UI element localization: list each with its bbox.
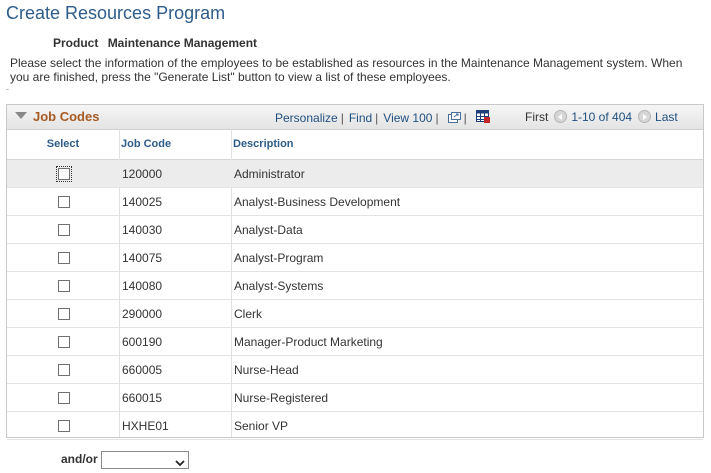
job-code-cell: 140080 (122, 279, 163, 293)
job-code-cell: 600190 (122, 335, 163, 349)
product-value: Maintenance Management (107, 36, 258, 50)
collapse-triangle-icon[interactable] (15, 112, 27, 119)
grid-title[interactable]: Job Codes (15, 109, 99, 124)
grid-header: Job Codes Personalize | Find | View 100 | | Fi… (7, 105, 703, 130)
dash-mark: - (6, 84, 9, 94)
select-checkbox[interactable] (58, 392, 70, 404)
select-checkbox[interactable] (58, 308, 70, 320)
table-row: 660015 Nurse-Registered (7, 384, 703, 412)
job-code-cell: 140025 (122, 195, 163, 209)
select-checkbox[interactable] (58, 252, 70, 264)
andor-label: and/or (61, 452, 98, 466)
description-cell: Nurse-Head (234, 363, 299, 377)
new-window-icon[interactable] (447, 112, 461, 123)
product-line: Product Maintenance Management (53, 36, 257, 50)
description-cell: Clerk (234, 307, 263, 321)
job-code-cell: 290000 (122, 307, 163, 321)
column-header-select: Select (46, 138, 80, 150)
job-codes-grid: Job Codes Personalize | Find | View 100 | | Fi… (6, 104, 704, 440)
table-row: 140030 Analyst-Data (7, 216, 703, 244)
previous-page-icon[interactable] (554, 110, 568, 123)
select-checkbox[interactable] (58, 280, 70, 292)
next-page-icon[interactable] (638, 110, 652, 123)
grid-nav: Personalize | Find | View 100 | | (275, 110, 490, 125)
table-row: 140075 Analyst-Program (7, 244, 703, 272)
instructions-text: Please select the information of the emp… (10, 56, 683, 84)
job-code-cell: HXHE01 (122, 419, 169, 433)
description-cell: Analyst-Program (234, 251, 324, 265)
column-header-job-code[interactable]: Job Code (121, 129, 171, 159)
view-100-link[interactable]: View 100 (383, 111, 432, 125)
page-range: 1-10 of 404 (571, 110, 633, 124)
nav-separator: | (435, 111, 439, 125)
select-checkbox[interactable] (58, 420, 70, 432)
nav-separator: | (340, 111, 344, 125)
description-cell: Analyst-Systems (234, 279, 324, 293)
spreadsheet-download-icon[interactable] (475, 110, 490, 123)
last-page-link[interactable]: Last (655, 110, 678, 124)
table-row: 600190 Manager-Product Marketing (7, 328, 703, 356)
first-page-label: First (525, 110, 549, 124)
select-checkbox[interactable] (58, 336, 70, 348)
description-cell: Manager-Product Marketing (234, 335, 383, 349)
table-row: 660005 Nurse-Head (7, 356, 703, 384)
find-link[interactable]: Find (349, 111, 372, 125)
column-header-description[interactable]: Description (233, 129, 294, 159)
job-code-cell: 140030 (122, 223, 163, 237)
job-code-cell: 140075 (122, 251, 163, 265)
product-label: Product (53, 36, 99, 50)
job-code-cell: 660015 (122, 391, 163, 405)
grid-pager: First 1-10 of 404 Last (525, 110, 678, 124)
grid-title-label: Job Codes (33, 109, 100, 124)
description-cell: Nurse-Registered (234, 391, 329, 405)
andor-select[interactable] (101, 451, 189, 469)
page-title: Create Resources Program (6, 3, 226, 23)
chevron-down-icon[interactable] (175, 456, 185, 467)
select-checkbox[interactable] (58, 364, 70, 376)
table-row: 140080 Analyst-Systems (7, 272, 703, 300)
table-row: 140025 Analyst-Business Development (7, 188, 703, 216)
table-row: 290000 Clerk (7, 300, 703, 328)
select-checkbox[interactable] (58, 224, 70, 236)
select-checkbox[interactable] (58, 196, 70, 208)
table-row: HXHE01 Senior VP (7, 412, 703, 440)
personalize-link[interactable]: Personalize (275, 111, 338, 125)
nav-separator: | (463, 111, 467, 125)
job-code-cell: 660005 (122, 363, 163, 377)
job-code-cell: 120000 (122, 167, 163, 181)
description-cell: Administrator (234, 167, 305, 181)
nav-separator: | (375, 111, 379, 125)
description-cell: Analyst-Data (234, 223, 303, 237)
select-checkbox[interactable] (56, 166, 72, 182)
description-cell: Analyst-Business Development (234, 195, 401, 209)
table-row: 120000 Administrator (7, 160, 703, 188)
description-cell: Senior VP (234, 419, 289, 433)
